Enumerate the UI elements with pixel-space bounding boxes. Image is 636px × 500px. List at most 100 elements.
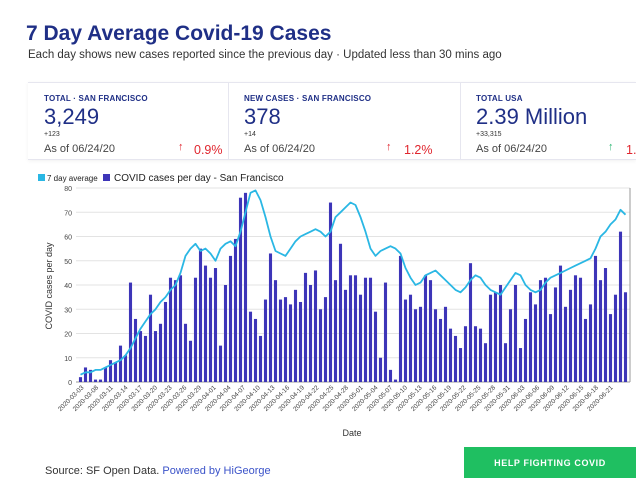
stat-label: NEW CASES · SAN FRANCISCO — [244, 94, 372, 103]
bar — [173, 280, 178, 382]
bar — [443, 306, 448, 382]
chart-legend: 7 day average COVID cases per day - San … — [38, 173, 284, 184]
bar — [288, 304, 293, 382]
y-axis-ticks: 0 10 20 30 40 50 60 70 80 — [64, 186, 72, 387]
bar — [123, 355, 128, 382]
help-fighting-covid-button[interactable]: HELP FIGHTING COVID — [464, 447, 636, 478]
average-line — [80, 189, 627, 376]
bar — [518, 348, 523, 382]
bar — [278, 299, 283, 382]
y-tick-label: 80 — [64, 186, 72, 193]
stat-value: 3,249 — [44, 104, 100, 129]
trend-up-icon: ↑ — [608, 141, 614, 153]
y-tick-label: 0 — [68, 380, 72, 387]
bar — [333, 280, 338, 382]
bar — [273, 280, 278, 382]
stat-card-total-usa: TOTAL USA 2.39 Million +33,315 As of 06/… — [460, 83, 636, 159]
bar — [258, 335, 263, 382]
bar — [118, 345, 123, 382]
bar — [348, 275, 353, 382]
stat-value: 2.39 Million — [476, 104, 588, 129]
bar — [338, 243, 343, 382]
bar — [533, 304, 538, 382]
bar — [448, 328, 453, 382]
bar — [583, 318, 588, 382]
bar — [383, 282, 388, 382]
stat-delta: +14 — [244, 131, 256, 138]
bar — [613, 294, 618, 382]
bar — [163, 301, 168, 382]
stat-date: As of 06/24/20 — [244, 143, 315, 155]
bar — [598, 280, 603, 382]
bar — [158, 323, 163, 382]
legend-swatch-cases — [103, 174, 110, 181]
stat-percent: 1.2% — [404, 143, 433, 157]
bar — [553, 287, 558, 382]
y-tick-label: 60 — [64, 235, 72, 242]
bar — [183, 323, 188, 382]
bar — [568, 289, 573, 382]
bar — [133, 318, 138, 382]
bar — [243, 192, 248, 382]
y-axis-label: COVID cases per day — [44, 242, 54, 330]
y-tick-label: 30 — [64, 307, 72, 314]
bar — [488, 294, 493, 382]
bar — [298, 301, 303, 382]
bar — [408, 294, 413, 382]
bar — [113, 362, 118, 382]
bar — [438, 318, 443, 382]
bar — [623, 292, 628, 382]
bar — [483, 343, 488, 382]
bar — [503, 343, 508, 382]
legend-label-average: 7 day average — [47, 174, 98, 183]
bar — [463, 326, 468, 382]
bar — [203, 265, 208, 382]
bar — [248, 311, 253, 382]
trend-up-icon: ↑ — [178, 141, 184, 153]
bar — [458, 348, 463, 382]
y-tick-label: 20 — [64, 332, 72, 339]
bar — [368, 277, 373, 382]
bar — [213, 268, 218, 382]
bar — [473, 326, 478, 382]
cases-chart: 7 day average COVID cases per day - San … — [0, 160, 636, 445]
stat-delta: +33,315 — [476, 131, 502, 138]
bar — [593, 255, 598, 382]
bar — [188, 340, 193, 382]
stat-card-total-sf: TOTAL · SAN FRANCISCO 3,249 +123 As of 0… — [28, 83, 229, 159]
bar — [528, 292, 533, 382]
bar — [293, 289, 298, 382]
legend-label-cases: COVID cases per day - San Francisco — [114, 173, 284, 184]
powered-by-link[interactable]: Powered by HiGeorge — [162, 465, 270, 477]
bar — [433, 309, 438, 382]
x-axis-label: Date — [342, 428, 361, 438]
bar — [98, 379, 103, 382]
page-subtitle: Each day shows new cases reported since … — [28, 49, 502, 61]
bar — [218, 345, 223, 382]
bar — [228, 255, 233, 382]
bar — [388, 369, 393, 382]
bar — [378, 357, 383, 382]
footer-source: Source: SF Open Data. Powered by HiGeorg… — [45, 465, 271, 477]
bar — [578, 277, 583, 382]
stat-value: 378 — [244, 104, 281, 129]
bar — [223, 285, 228, 382]
bar — [193, 277, 198, 382]
bar — [563, 306, 568, 382]
bar — [513, 285, 518, 382]
bar — [453, 335, 458, 382]
bar — [353, 275, 358, 382]
bar — [263, 299, 268, 382]
bar — [178, 275, 183, 382]
bar — [558, 265, 563, 382]
source-text: Source: SF Open Data. — [45, 465, 160, 477]
bar — [523, 318, 528, 382]
page-title: 7 Day Average Covid-19 Cases — [26, 22, 332, 45]
bar — [478, 328, 483, 382]
bar — [253, 318, 258, 382]
bar — [398, 255, 403, 382]
bar — [603, 268, 608, 382]
bar — [403, 299, 408, 382]
bar — [493, 292, 498, 382]
bar — [103, 367, 108, 382]
